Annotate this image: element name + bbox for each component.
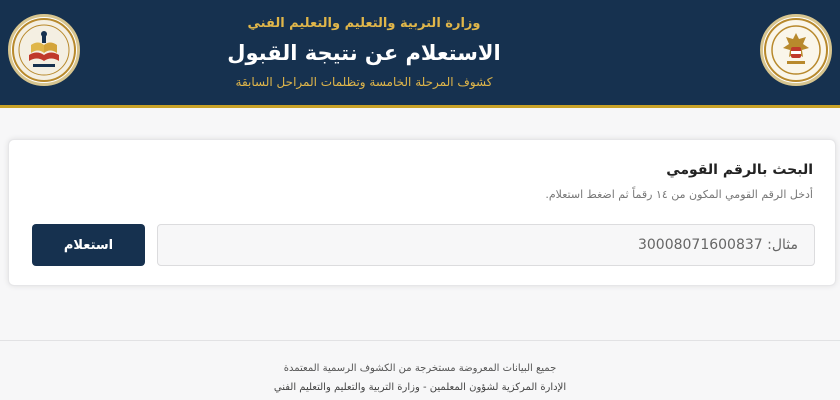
footer-credit: الإدارة المركزية لشؤون المعلمين - وزارة … <box>273 382 567 393</box>
eagle-emblem-icon <box>764 18 828 82</box>
national-id-input[interactable] <box>157 224 815 266</box>
search-card: البحث بالرقم القومي أدخل الرقم القومي ال… <box>8 139 836 286</box>
search-title: البحث بالرقم القومي <box>666 162 813 178</box>
header-text: وزارة التربية والتعليم والتعليم الفني ال… <box>160 14 568 92</box>
ministry-name: وزارة التربية والتعليم والتعليم الفني <box>247 16 481 31</box>
query-button[interactable]: استعلام <box>32 224 145 266</box>
institute-logo <box>8 14 80 86</box>
search-description: أدخل الرقم القومي المكون من ١٤ رقماً ثم … <box>545 188 813 201</box>
page-subtitle: كشوف المرحلة الخامسة وتظلمات المراحل الس… <box>235 75 493 89</box>
book-emblem-icon <box>12 18 76 82</box>
page-footer: جميع البيانات المعروضة مستخرجة من الكشوف… <box>0 340 840 400</box>
page-header: وزارة التربية والتعليم والتعليم الفني ال… <box>0 0 840 108</box>
footer-disclaimer: جميع البيانات المعروضة مستخرجة من الكشوف… <box>283 363 557 374</box>
ministry-logo <box>760 14 832 86</box>
page-title: الاستعلام عن نتيجة القبول <box>227 41 501 65</box>
